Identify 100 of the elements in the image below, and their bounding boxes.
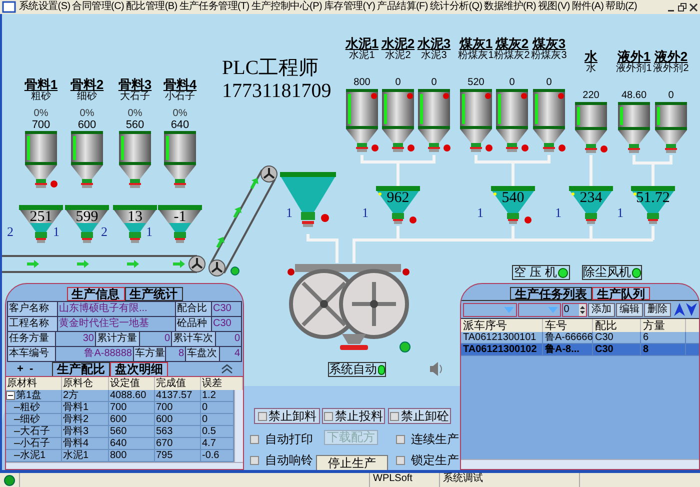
- action-button[interactable]: 停止生产: [316, 455, 388, 470]
- table-cell: 大石子: [20, 426, 50, 438]
- menu-item[interactable]: 视图(V): [537, 0, 571, 14]
- tab[interactable]: 生产统计: [124, 287, 182, 301]
- checkbox[interactable]: [390, 412, 399, 420]
- weight-reading: 520: [468, 77, 484, 89]
- scale-number: 1: [362, 206, 368, 219]
- field-label: 配合比: [176, 302, 212, 316]
- expand-button[interactable]: +: [16, 363, 24, 375]
- checkbox[interactable]: [258, 412, 266, 420]
- silo-drawing: [575, 102, 608, 153]
- silo-drawing: [418, 89, 450, 152]
- table-cell: 小石子: [20, 438, 50, 450]
- silo-drawing: [496, 89, 528, 152]
- table-row[interactable]: TA06121300102 鲁A-8... C30 8: [461, 344, 699, 356]
- material-label: 粗砂: [31, 91, 51, 102]
- field-label: 车盘次: [186, 347, 220, 361]
- restore-icon[interactable]: [678, 2, 686, 11]
- expand-button[interactable]: -: [28, 363, 34, 375]
- scrollbar[interactable]: [234, 390, 243, 462]
- speaker-icon: [430, 362, 442, 376]
- menu-item[interactable]: 系统设置(S): [18, 0, 72, 14]
- table-cell: 700: [109, 402, 155, 413]
- material-label: 水泥2: [385, 50, 411, 61]
- tab[interactable]: 生产任务列表: [510, 287, 592, 300]
- checkbox-label: 连续生产: [411, 432, 459, 446]
- dropdown[interactable]: [518, 302, 561, 316]
- scrollbar[interactable]: [461, 459, 699, 469]
- menu-item[interactable]: 生产任务管理(T): [178, 0, 250, 14]
- caption-text: PLC工程师: [222, 57, 319, 79]
- field-label: 砼品种: [176, 317, 212, 331]
- spinner-icon[interactable]: [578, 304, 586, 316]
- down-arrow-icon[interactable]: [686, 303, 698, 316]
- menu-item[interactable]: 帮助(Z): [604, 0, 638, 14]
- hopper-drawing: [280, 172, 336, 227]
- toggle-button[interactable]: 禁止投料: [322, 408, 385, 424]
- table-cell: 骨料2: [62, 414, 109, 425]
- weight-reading: -1: [172, 210, 188, 225]
- menu-item[interactable]: 生产控制中心(P): [250, 0, 323, 14]
- bin-title: 骨料1: [24, 78, 58, 91]
- silo-drawing: [119, 131, 151, 188]
- tree-line: [14, 407, 20, 408]
- close-icon[interactable]: [689, 2, 698, 12]
- hopper-drawing: [491, 186, 535, 224]
- weight-reading: 13: [126, 210, 144, 225]
- bin-title: 煤灰1: [459, 37, 493, 50]
- material-label: 粉煤灰2: [494, 50, 530, 61]
- tab[interactable]: 生产配比: [52, 362, 110, 376]
- hopper-drawing: [631, 186, 675, 224]
- checkbox[interactable]: [324, 412, 333, 420]
- table-cell: 563: [155, 426, 201, 437]
- field-label: 客户名称: [8, 302, 58, 316]
- material-label: 粉煤灰1: [458, 50, 494, 61]
- weight-reading: 0: [668, 90, 674, 102]
- menu-item[interactable]: 合同管理(C): [71, 0, 126, 14]
- menu-item[interactable]: 产品结算(F): [376, 0, 429, 14]
- number-field[interactable]: 0: [562, 302, 587, 316]
- scale-number: 1: [477, 206, 484, 219]
- table-cell: 2方: [62, 390, 109, 401]
- scale-number: 1: [555, 206, 562, 219]
- minimize-icon[interactable]: [668, 10, 674, 11]
- bin-title: 水: [584, 50, 598, 63]
- field-value: 4: [220, 347, 242, 361]
- status-button[interactable]: 系统自动: [328, 362, 386, 377]
- tab[interactable]: 盘次明细: [110, 362, 168, 376]
- tree-toggle-icon[interactable]: [6, 391, 15, 400]
- toggle-button[interactable]: 禁止卸砼: [388, 408, 451, 424]
- hopper-drawing: [65, 205, 109, 243]
- connection-status-icon: [4, 474, 15, 486]
- menu-item[interactable]: 附件(A): [570, 0, 605, 14]
- menu-item[interactable]: 统计分析(Q): [428, 0, 484, 14]
- weight-reading: 640: [170, 119, 190, 131]
- menu-item[interactable]: 数据维护(R): [483, 0, 538, 14]
- table-cell: 600: [109, 414, 155, 425]
- toolbar-button[interactable]: 编辑: [616, 302, 643, 316]
- menu-item[interactable]: 配比管理(B): [125, 0, 178, 14]
- dropdown-icon: [548, 307, 558, 313]
- weight-reading: 560: [126, 119, 144, 131]
- bin-title: 水泥3: [417, 37, 451, 50]
- toolbar-button[interactable]: 删除: [644, 302, 672, 316]
- silo-drawing: [346, 89, 378, 152]
- table-row[interactable]: TA06121300101 鲁A-66666 C30 6: [461, 332, 699, 344]
- silo-drawing: [655, 102, 687, 153]
- hopper-drawing: [158, 205, 202, 243]
- dropdown[interactable]: [463, 302, 518, 316]
- checkbox-label: 自动响铃: [265, 453, 313, 467]
- scale-number: 2: [101, 225, 108, 238]
- menu-item[interactable]: 库存管理(Y): [322, 0, 376, 14]
- status-button[interactable]: 空 压 机: [512, 265, 570, 280]
- up-arrow-icon[interactable]: [674, 303, 686, 316]
- tab[interactable]: 生产队列: [592, 287, 650, 300]
- toolbar-button[interactable]: 添加: [588, 302, 615, 316]
- weight-reading: 540: [500, 191, 526, 206]
- tab[interactable]: 生产信息: [66, 287, 124, 301]
- toggle-button[interactable]: 禁止卸料: [254, 408, 320, 424]
- status-button[interactable]: 除尘风机: [582, 265, 642, 280]
- weight-reading: 0: [546, 77, 552, 89]
- material-label: 小石子: [165, 91, 195, 102]
- scrollbar[interactable]: [6, 462, 243, 469]
- collapse-icon[interactable]: [221, 364, 233, 374]
